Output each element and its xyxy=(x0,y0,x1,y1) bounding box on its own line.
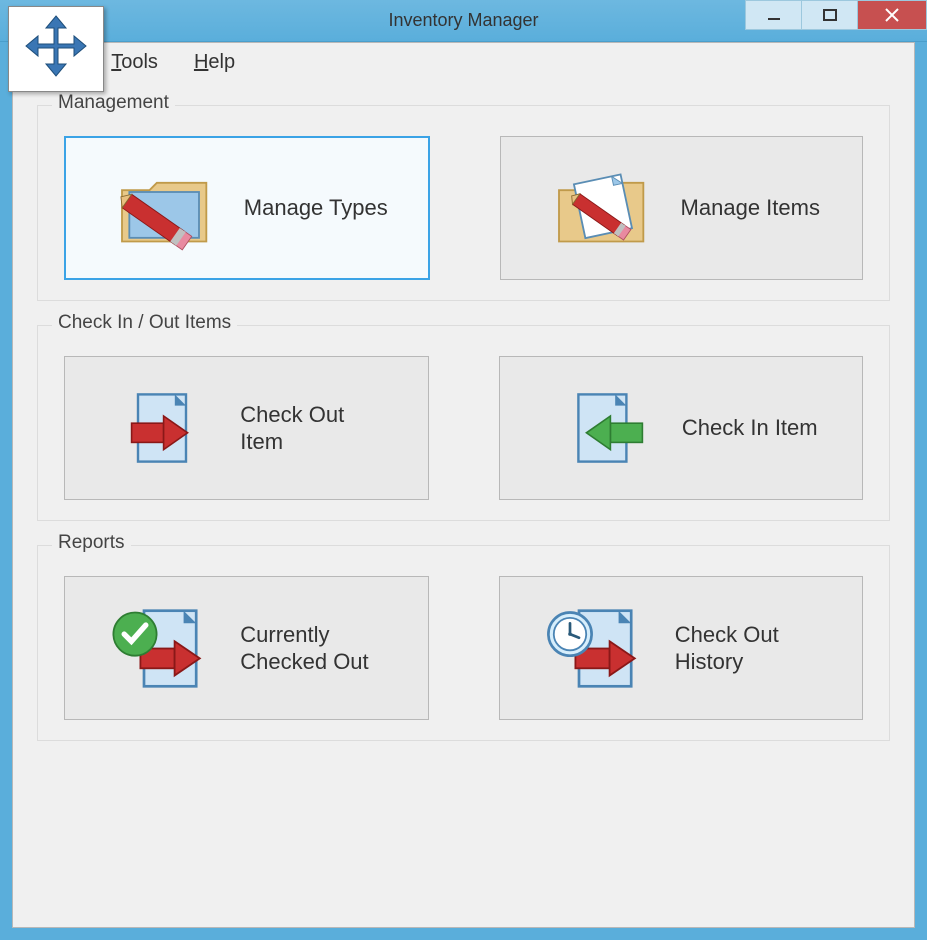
check-in-button[interactable]: Check In Item xyxy=(499,356,864,500)
menubar: File Tools Help xyxy=(13,43,914,83)
page-arrow-in-icon xyxy=(544,373,664,483)
manage-items-label: Manage Items xyxy=(681,194,820,222)
manage-types-button[interactable]: Manage Types xyxy=(64,136,430,280)
group-management: Management xyxy=(37,105,890,301)
group-reports-title: Reports xyxy=(52,532,131,554)
page-arrow-clock-icon xyxy=(537,593,657,703)
page-arrow-out-icon xyxy=(102,373,222,483)
page-arrow-check-icon xyxy=(102,593,222,703)
folder-page-pencil-icon xyxy=(543,153,663,263)
manage-items-button[interactable]: Manage Items xyxy=(500,136,864,280)
move-cursor-icon xyxy=(8,6,104,92)
check-out-button[interactable]: Check Out Item xyxy=(64,356,429,500)
menu-tools[interactable]: Tools xyxy=(111,51,158,83)
group-checkio: Check In / Out Items Check Out I xyxy=(37,325,890,521)
currently-checked-out-button[interactable]: Currently Checked Out xyxy=(64,576,429,720)
check-out-label: Check Out Item xyxy=(240,401,390,456)
client-area: File Tools Help Management xyxy=(12,42,915,928)
maximize-button[interactable] xyxy=(801,0,857,30)
check-out-history-label: Check Out History xyxy=(675,621,825,676)
group-reports: Reports xyxy=(37,545,890,741)
titlebar: Inventory Manager xyxy=(0,0,927,42)
currently-checked-out-label: Currently Checked Out xyxy=(240,621,390,676)
group-checkio-title: Check In / Out Items xyxy=(52,312,237,334)
check-in-label: Check In Item xyxy=(682,414,818,442)
group-management-title: Management xyxy=(52,92,175,114)
manage-types-label: Manage Types xyxy=(244,194,388,222)
window-title: Inventory Manager xyxy=(388,10,538,31)
close-button[interactable] xyxy=(857,0,927,30)
menu-help[interactable]: Help xyxy=(194,51,235,83)
check-out-history-button[interactable]: Check Out History xyxy=(499,576,864,720)
folder-pencil-icon xyxy=(106,153,226,263)
minimize-button[interactable] xyxy=(745,0,801,30)
